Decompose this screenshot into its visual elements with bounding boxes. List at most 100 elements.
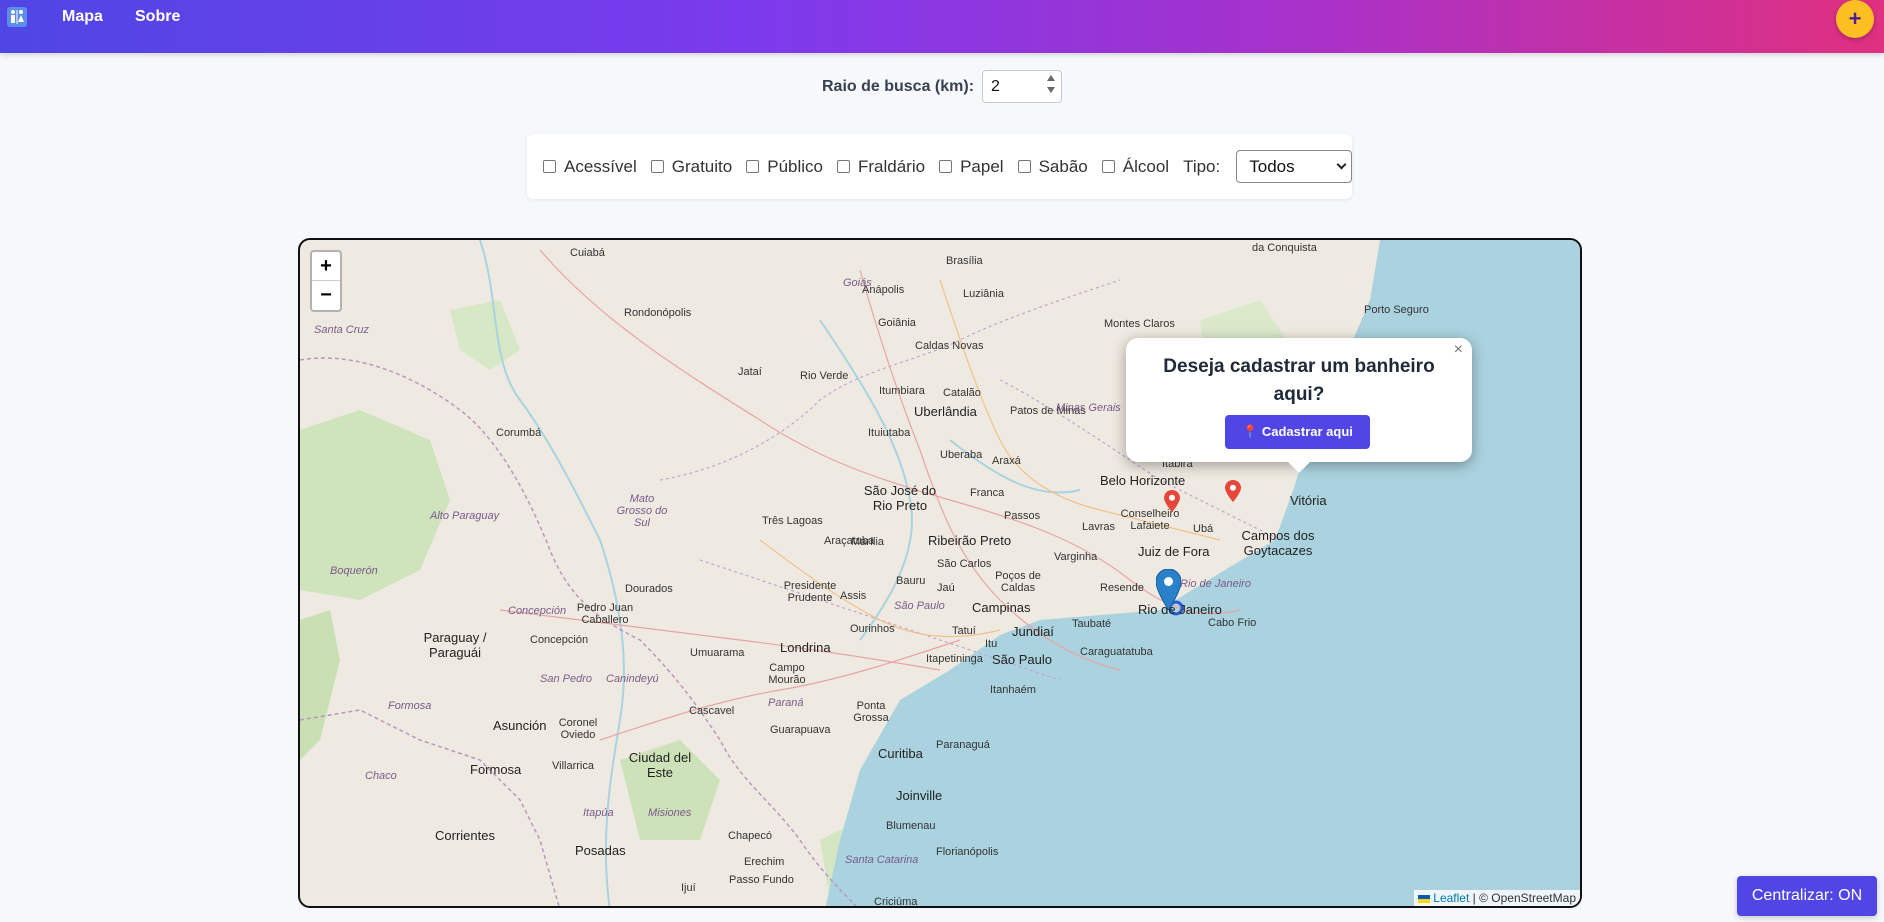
user-location-marker[interactable] [1156,569,1181,610]
ukraine-flag-icon [1418,894,1431,903]
place-label: Três Lagoas [762,515,823,527]
tipo-label: Tipo: [1183,156,1221,176]
place-label: Curitiba [878,746,923,761]
place-label: Minas Gerais [1056,402,1121,414]
leaflet-link[interactable]: Leaflet [1433,891,1469,905]
restroom-marker-red[interactable] [1225,480,1241,502]
place-label: Bauru [896,575,926,587]
place-label: Coronel Oviedo [558,717,598,741]
filter-publico[interactable]: Público [746,157,823,177]
place-label: Corrientes [435,828,495,843]
place-label: Santa Catarina [845,854,919,866]
place-label: Dourados [625,583,673,595]
place-label: San Pedro [540,673,592,685]
place-label: Goiânia [878,317,916,329]
place-label: Florianópolis [936,846,999,858]
place-label: Vitória [1290,493,1327,508]
place-label: Mato Grosso do Sul [616,493,668,529]
place-label: Umuarama [690,647,745,659]
radius-label: Raio de busca (km): [821,77,975,95]
place-label: Chapecó [728,830,773,842]
filter-label: Público [767,156,823,176]
place-label: Presidente Prudente [783,580,837,604]
add-button[interactable]: + [1836,0,1874,38]
place-label: Cascavel [689,705,735,717]
register-here-button[interactable]: 📍 Cadastrar aqui [1225,415,1370,449]
place-label: Ubá [1193,523,1214,535]
filter-fraldario[interactable]: Fraldário [837,157,925,177]
place-label: Brasília [946,255,983,267]
place-label: Posadas [575,843,626,858]
radius-value: 2 [991,77,1000,95]
place-label: Passo Fundo [729,874,794,886]
popup-tip [1286,460,1312,473]
tipo-select[interactable]: Todos [1236,150,1352,183]
restroom-logo-icon[interactable] [7,7,27,27]
place-label: da Conquista [1252,242,1317,254]
place-label: Resende [1100,582,1145,594]
filter-alcool[interactable]: Álcool [1101,157,1169,177]
checkbox[interactable] [650,160,664,173]
place-label: Canindeyú [606,673,659,685]
place-label: Taubaté [1072,618,1112,630]
navbar: Mapa Sobre + [0,0,1884,53]
place-label: Concepción [530,634,589,646]
checkbox[interactable] [746,160,760,173]
radius-input[interactable]: 2 [982,70,1063,103]
filter-label: Fraldário [858,156,926,176]
register-popup: × Deseja cadastrar um banheiro aqui? 📍 C… [1126,338,1472,462]
place-label: Juiz de Fora [1138,544,1210,559]
place-label: Jaú [937,582,955,594]
place-label: Paranaguá [936,739,990,751]
chevron-down-icon [1336,159,1347,170]
checkbox[interactable] [837,160,850,173]
zoom-in-button[interactable]: + [312,252,340,281]
restroom-marker-red[interactable] [1164,490,1180,512]
place-label: Lavras [1082,521,1116,533]
filter-sabao[interactable]: Sabão [1017,157,1088,177]
place-label: Rio Verde [800,370,849,382]
place-label: Guarapuava [770,724,831,736]
filter-label: Acessível [564,156,637,176]
radius-stepper[interactable] [1047,75,1056,93]
close-icon[interactable]: × [1454,341,1463,359]
radius-row: Raio de busca (km): 2 [0,70,1884,103]
place-label: Formosa [470,762,522,777]
place-label: Santa Cruz [314,324,370,336]
place-label: Itanhaém [990,684,1036,696]
place-label: Rio de Janeiro [1180,578,1251,590]
checkbox[interactable] [939,160,953,173]
place-label: Cabo Frio [1208,617,1257,629]
map-attribution: Leaflet | © OpenStreetMap [1414,890,1580,906]
place-label: Franca [970,487,1005,499]
place-label: Paraná [768,697,804,709]
map[interactable]: Cuiabá Brasília da Conquista Goiás Anápo… [298,238,1582,908]
place-label: Varginha [1054,551,1098,563]
place-label: Pedro Juan Caballero [576,602,634,626]
place-label: Villarrica [552,760,594,772]
zoom-control: + − [310,250,342,312]
filter-papel[interactable]: Papel [939,157,1004,177]
place-label: Ribeirão Preto [928,533,1012,548]
filter-gratuito[interactable]: Gratuito [650,157,732,177]
checkbox[interactable] [1101,160,1115,173]
zoom-out-button[interactable]: − [312,281,340,310]
place-label: São Paulo [992,652,1052,667]
attribution-text: | © OpenStreetMap [1469,891,1576,905]
nav-link-mapa[interactable]: Mapa [62,8,103,26]
place-label: Belo Horizonte [1100,473,1186,488]
place-label: Criciúma [874,896,918,908]
center-toggle-button[interactable]: Centralizar: ON [1737,876,1877,916]
place-label: Tatuí [952,625,976,637]
place-label: Blumenau [886,820,936,832]
checkbox[interactable] [543,160,556,173]
place-label: Luziânia [963,288,1004,300]
place-label: Uberaba [940,449,983,461]
nav-link-sobre[interactable]: Sobre [135,8,180,26]
place-label: Chaco [365,770,397,782]
checkbox[interactable] [1017,160,1031,173]
place-label: São José do Rio Preto [863,483,937,513]
filter-acessivel[interactable]: Acessível [543,157,637,177]
place-label: Boquerón [330,565,378,577]
place-label: Alto Paraguay [430,510,500,522]
